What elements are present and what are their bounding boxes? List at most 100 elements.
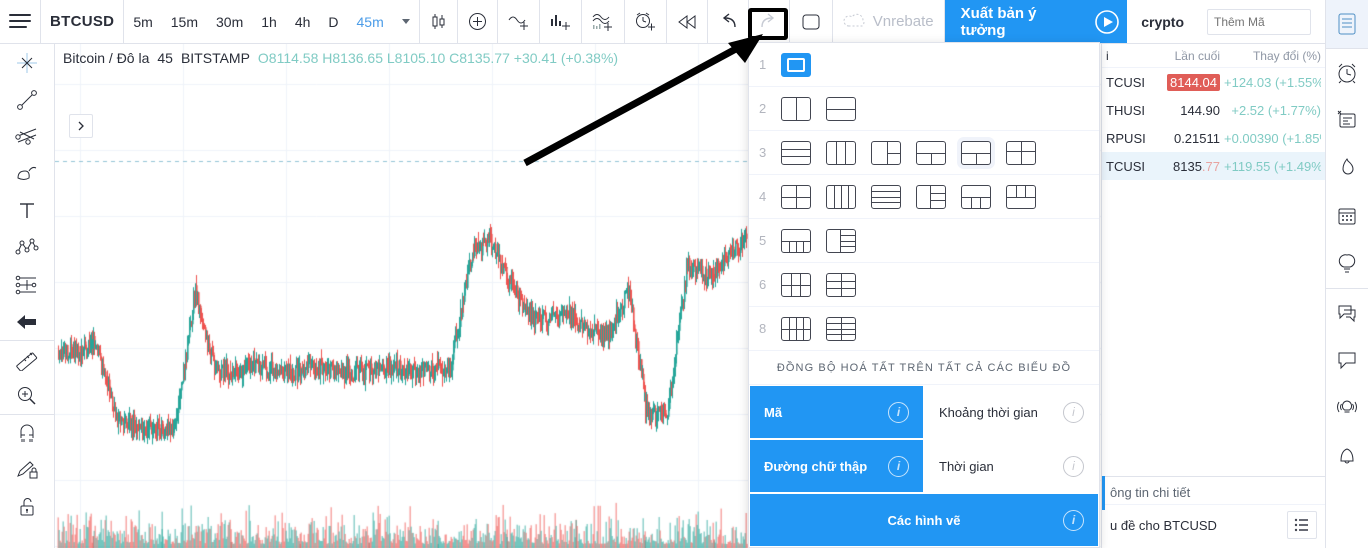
alert-button[interactable] bbox=[625, 0, 667, 43]
layout-divider bbox=[782, 156, 810, 158]
right-tool-data-window[interactable] bbox=[1326, 96, 1368, 144]
layout-option-grid22[interactable] bbox=[781, 184, 811, 209]
layout-option-grid42[interactable] bbox=[781, 316, 811, 341]
replay-button[interactable] bbox=[667, 0, 708, 43]
layout-button[interactable] bbox=[790, 0, 833, 43]
layout-divider bbox=[834, 185, 835, 208]
sync-option-drawings[interactable]: Các hình vẽ i bbox=[749, 493, 1099, 547]
layout-option-grid23[interactable] bbox=[826, 272, 856, 297]
tool-crosshair[interactable] bbox=[0, 44, 55, 81]
tradingview-window: BTCUSD 5m 15m 30m 1h 4h D 45m Vnrebate X… bbox=[0, 0, 1368, 548]
watchlist-row[interactable]: TCUSI 8144.04 +124.03 (+1.55% bbox=[1102, 68, 1325, 96]
interval-1h[interactable]: 1h bbox=[252, 0, 286, 43]
tool-fib-retracement[interactable] bbox=[0, 118, 55, 155]
watchlist-name[interactable]: crypto bbox=[1127, 0, 1198, 43]
layout-option-h4[interactable] bbox=[871, 184, 901, 209]
layout-option-single[interactable] bbox=[781, 52, 811, 77]
sync-option-crosshair[interactable]: Đường chữ thập i bbox=[749, 439, 924, 493]
layout-divider bbox=[782, 148, 810, 150]
tool-arrow-marker[interactable] bbox=[0, 303, 55, 340]
right-tool-ideas[interactable] bbox=[1326, 240, 1368, 288]
interval-5m[interactable]: 5m bbox=[124, 0, 161, 43]
undo-button[interactable] bbox=[708, 0, 749, 43]
legend-expander-button[interactable] bbox=[69, 114, 93, 138]
symbol-button[interactable]: BTCUSD bbox=[41, 0, 125, 43]
interval-15m[interactable]: 15m bbox=[162, 0, 207, 43]
layout-option-left1right3[interactable] bbox=[916, 184, 946, 209]
right-tool-alerts[interactable] bbox=[1325, 48, 1368, 96]
layout-option-top1bottom4[interactable] bbox=[781, 228, 811, 253]
right-tool-broadcast[interactable] bbox=[1326, 384, 1368, 432]
bars-pattern-button[interactable] bbox=[540, 0, 582, 43]
interval-30m[interactable]: 30m bbox=[207, 0, 252, 43]
templates-button[interactable] bbox=[582, 0, 625, 43]
watchlist-row[interactable]: RPUSI 0.21511 +0.00390 (+1.85% bbox=[1102, 124, 1325, 152]
tool-prediction[interactable] bbox=[0, 266, 55, 303]
tool-magnet[interactable] bbox=[0, 414, 55, 451]
layout-divider bbox=[796, 97, 797, 120]
tool-zoom-in[interactable] bbox=[0, 377, 55, 414]
save-chart-button[interactable]: Vnrebate bbox=[833, 0, 945, 43]
sync-option-symbol[interactable]: Mã i bbox=[749, 385, 924, 439]
sync-option-time[interactable]: Thời gian i bbox=[924, 439, 1099, 493]
layout-divider bbox=[782, 196, 810, 198]
right-tool-notifications[interactable] bbox=[1326, 432, 1368, 480]
watchlist-rows: TCUSI 8144.04 +124.03 (+1.55% THUSI 144.90 +2… bbox=[1102, 68, 1325, 180]
layout-option-grid24[interactable] bbox=[826, 316, 856, 341]
layout-option-top2bottom1b[interactable] bbox=[1006, 140, 1036, 165]
info-circle-icon[interactable]: i bbox=[888, 401, 909, 423]
layout-option-top1bottom2[interactable] bbox=[916, 140, 946, 165]
layout-option-left1right4[interactable] bbox=[826, 228, 856, 253]
indicators-button[interactable] bbox=[458, 0, 498, 43]
info-circle-icon[interactable]: i bbox=[1063, 401, 1084, 423]
interval-4h[interactable]: 4h bbox=[286, 0, 320, 43]
watchlist-row[interactable]: THUSI 144.90 +2.52 (+1.77%) bbox=[1102, 96, 1325, 124]
interval-D[interactable]: D bbox=[319, 0, 347, 43]
layout-option-grid32[interactable] bbox=[781, 272, 811, 297]
data-window-icon bbox=[1337, 110, 1356, 128]
layout-divider bbox=[929, 185, 931, 208]
layout-option-top3bottom1[interactable] bbox=[1006, 184, 1036, 209]
right-tool-public-chat[interactable] bbox=[1325, 288, 1368, 336]
layout-option-h2[interactable] bbox=[826, 96, 856, 121]
layout-option-top2bottom1[interactable] bbox=[961, 140, 991, 165]
layout-option-v2[interactable] bbox=[781, 96, 811, 121]
alarm-clock-icon bbox=[1338, 63, 1356, 83]
layout-option-v3[interactable] bbox=[826, 140, 856, 165]
chat-public-icon bbox=[1338, 305, 1356, 322]
layout-option-h3[interactable] bbox=[781, 140, 811, 165]
tool-text[interactable] bbox=[0, 192, 55, 229]
tool-unlock[interactable] bbox=[0, 488, 55, 525]
tool-drawing-lock[interactable] bbox=[0, 451, 55, 488]
layout-option-left1right2[interactable] bbox=[871, 140, 901, 165]
info-circle-icon[interactable]: i bbox=[1063, 455, 1084, 477]
hotlist-icon bbox=[1342, 158, 1354, 175]
tool-trend-line[interactable] bbox=[0, 81, 55, 118]
compare-button[interactable] bbox=[498, 0, 540, 43]
layout-option-top1bottom3[interactable] bbox=[961, 184, 991, 209]
play-button[interactable] bbox=[1086, 0, 1128, 43]
news-list-menu-icon[interactable] bbox=[1287, 511, 1317, 539]
info-circle-icon[interactable]: i bbox=[888, 455, 909, 477]
right-tool-watchlist[interactable] bbox=[1325, 0, 1368, 48]
zoom-in-icon bbox=[18, 386, 36, 405]
right-tool-calendar[interactable] bbox=[1326, 192, 1368, 240]
add-symbol-input[interactable] bbox=[1207, 8, 1311, 35]
info-circle-icon[interactable]: i bbox=[1063, 509, 1084, 531]
interval-active[interactable]: 45m bbox=[348, 0, 393, 43]
layout-row-count: 6 bbox=[759, 277, 767, 292]
tool-measure[interactable] bbox=[0, 340, 55, 377]
right-tool-hotlist[interactable] bbox=[1326, 144, 1368, 192]
right-tool-private-chat[interactable] bbox=[1326, 336, 1368, 384]
publish-idea-button[interactable]: Xuất bản ý tưởng bbox=[944, 0, 1087, 43]
tool-pattern[interactable] bbox=[0, 229, 55, 266]
watchlist-row[interactable]: TCUSI 8135.77 +119.55 (+1.49% bbox=[1102, 152, 1325, 180]
redo-button[interactable] bbox=[749, 0, 790, 43]
menu-button[interactable] bbox=[0, 0, 41, 43]
chart-style-button[interactable] bbox=[420, 0, 458, 43]
interval-dropdown-button[interactable] bbox=[393, 0, 420, 43]
tool-brush[interactable] bbox=[0, 155, 55, 192]
sync-option-interval[interactable]: Khoảng thời gian i bbox=[924, 385, 1099, 439]
layout-divider bbox=[839, 246, 855, 247]
layout-option-v4[interactable] bbox=[826, 184, 856, 209]
